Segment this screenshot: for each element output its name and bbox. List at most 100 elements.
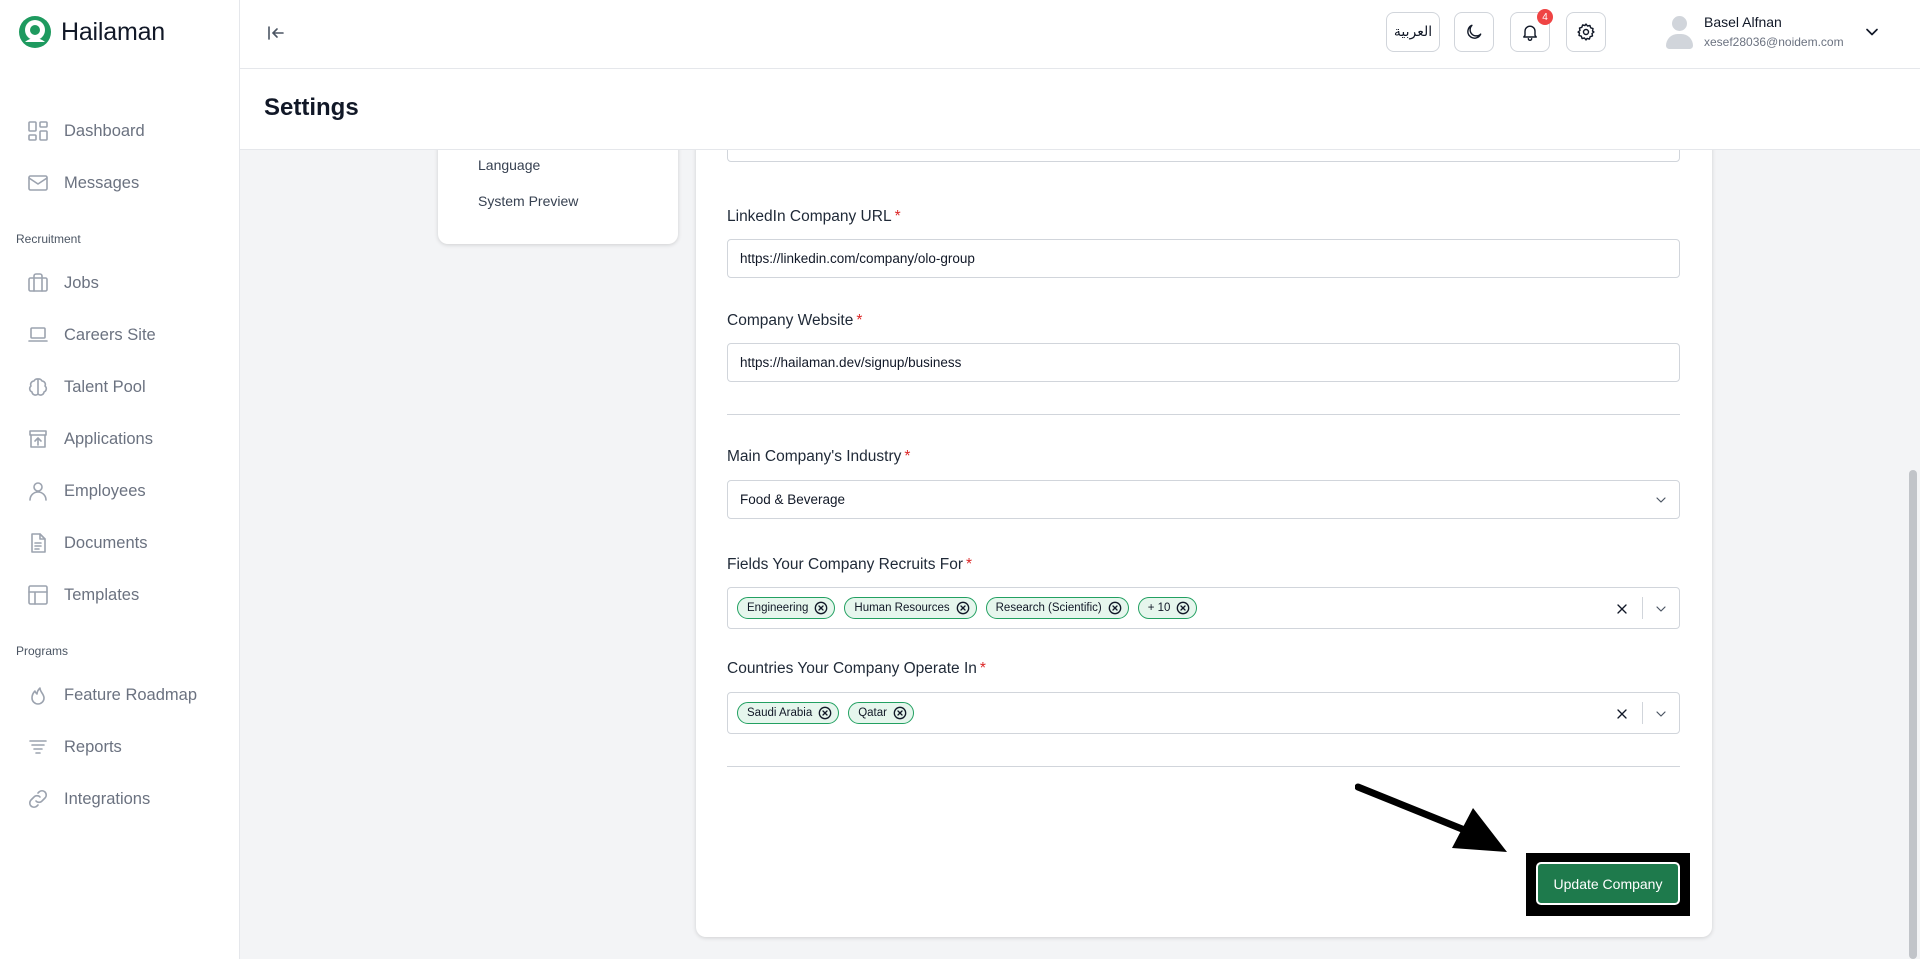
chevron-down-icon bbox=[1866, 28, 1878, 36]
company-website-value: https://hailaman.dev/signup/business bbox=[740, 355, 962, 370]
language-toggle-button[interactable]: العربية bbox=[1386, 12, 1440, 52]
sidebar-item-label: Messages bbox=[64, 173, 140, 192]
dark-mode-button[interactable] bbox=[1454, 12, 1494, 52]
sidebar-item-label: Careers Site bbox=[64, 325, 156, 344]
notifications-button[interactable]: 4 bbox=[1510, 9, 1553, 52]
section-programs: Programs bbox=[16, 644, 69, 658]
sidebar-item-careers-site[interactable]: Careers Site bbox=[26, 320, 156, 350]
user-name: Basel Alfnan bbox=[1704, 14, 1782, 30]
collapse-sidebar-button[interactable] bbox=[264, 21, 288, 45]
pointer-arrow-icon bbox=[1355, 783, 1507, 852]
remove-chip-icon[interactable] bbox=[893, 706, 907, 720]
sidebar-item-label: Jobs bbox=[64, 273, 99, 292]
section-divider bbox=[727, 414, 1680, 415]
linkedin-label: LinkedIn Company URL * bbox=[727, 208, 901, 225]
sidebar-item-employees[interactable]: Employees bbox=[26, 476, 146, 506]
filter-lines-icon bbox=[29, 740, 47, 754]
page-header: Settings bbox=[240, 69, 1920, 150]
hailaman-logo-icon bbox=[19, 16, 51, 48]
top-bar: العربية 4 Basel Alfnan xesef28036@noidem… bbox=[240, 0, 1920, 69]
chevron-down-icon bbox=[1653, 492, 1669, 508]
user-icon bbox=[29, 482, 47, 501]
user-menu-chevron[interactable] bbox=[1862, 22, 1882, 42]
remove-chip-icon[interactable] bbox=[956, 601, 970, 615]
layout-icon bbox=[28, 585, 48, 605]
settings-button[interactable] bbox=[1566, 12, 1606, 52]
notification-count-badge: 4 bbox=[1537, 9, 1553, 25]
chevron-down-icon[interactable] bbox=[1653, 706, 1669, 722]
user-email: xesef28036@noidem.com bbox=[1704, 35, 1844, 49]
linkedin-url-value: https://linkedin.com/company/olo-group bbox=[740, 251, 975, 266]
sidebar-item-templates[interactable]: Templates bbox=[26, 580, 139, 610]
bell-icon bbox=[1523, 25, 1537, 41]
chip-human-resources[interactable]: Human Resources bbox=[844, 597, 977, 619]
separator bbox=[1642, 597, 1643, 619]
sidebar-item-label: Documents bbox=[64, 533, 148, 552]
chip-engineering[interactable]: Engineering bbox=[737, 597, 836, 619]
avatar bbox=[1664, 14, 1694, 52]
industry-value: Food & Beverage bbox=[740, 492, 846, 507]
sidebar-item-talent-pool[interactable]: Talent Pool bbox=[26, 372, 146, 402]
page-title: Settings bbox=[264, 94, 359, 121]
section-divider bbox=[727, 766, 1680, 767]
laptop-icon bbox=[28, 327, 48, 342]
link-icon bbox=[28, 789, 48, 809]
industry-select[interactable]: Food & Beverage bbox=[727, 480, 1680, 519]
website-label: Company Website * bbox=[727, 312, 863, 329]
sidebar-item-label: Reports bbox=[64, 737, 122, 756]
clear-all-icon[interactable] bbox=[1614, 601, 1630, 617]
sidebar-item-jobs[interactable]: Jobs bbox=[26, 268, 99, 298]
fields-label: Fields Your Company Recruits For * bbox=[727, 556, 973, 573]
sidebar-item-label: Feature Roadmap bbox=[64, 685, 197, 704]
sidebar-item-label: Dashboard bbox=[64, 121, 145, 140]
company-website-input[interactable]: https://hailaman.dev/signup/business bbox=[727, 343, 1680, 382]
settings-nav-card: Language System Preview bbox=[438, 150, 678, 244]
sidebar-item-label: Talent Pool bbox=[64, 377, 146, 396]
remove-chip-icon[interactable] bbox=[1108, 601, 1122, 615]
sidebar-item-documents[interactable]: Documents bbox=[26, 528, 147, 558]
remove-chip-icon[interactable] bbox=[818, 706, 832, 720]
sidebar-item-reports[interactable]: Reports bbox=[26, 732, 122, 762]
scrollbar-thumb[interactable] bbox=[1909, 470, 1917, 959]
company-size-select[interactable]: 1001-2000 bbox=[727, 150, 1680, 162]
app-name: Hailaman bbox=[61, 17, 166, 46]
linkedin-url-input[interactable]: https://linkedin.com/company/olo-group bbox=[727, 239, 1680, 278]
moon-icon bbox=[1467, 24, 1482, 39]
remove-chip-icon[interactable] bbox=[814, 601, 828, 615]
sidebar-item-feature-roadmap[interactable]: Feature Roadmap bbox=[26, 680, 197, 710]
sidebar-item-label: Integrations bbox=[64, 789, 151, 808]
mail-icon bbox=[28, 175, 48, 191]
sidebar-item-label: Applications bbox=[64, 429, 153, 448]
sidebar-item-label: Employees bbox=[64, 481, 146, 500]
chip-more[interactable]: + 10 bbox=[1137, 597, 1198, 619]
chip-research-scientific[interactable]: Research (Scientific) bbox=[985, 597, 1129, 619]
collapse-left-icon bbox=[268, 26, 284, 40]
app-logo[interactable]: Hailaman bbox=[18, 15, 165, 49]
separator bbox=[1642, 702, 1643, 724]
sidebar-item-integrations[interactable]: Integrations bbox=[26, 784, 150, 814]
chip-saudi-arabia[interactable]: Saudi Arabia bbox=[737, 702, 840, 724]
brain-icon bbox=[28, 378, 48, 396]
sidebar-item-dashboard[interactable]: Dashboard bbox=[26, 116, 145, 146]
chevron-down-icon bbox=[1653, 150, 1669, 151]
clear-all-icon[interactable] bbox=[1614, 706, 1630, 722]
briefcase-icon bbox=[28, 273, 48, 292]
scrollbar-track[interactable] bbox=[1906, 150, 1920, 959]
flame-icon bbox=[31, 687, 45, 705]
settings-nav-language[interactable]: Language bbox=[478, 157, 540, 173]
inbox-upload-icon bbox=[29, 430, 47, 448]
gear-icon bbox=[1577, 23, 1595, 41]
fields-multiselect[interactable]: Engineering Human Resources Research (Sc… bbox=[727, 587, 1680, 629]
user-menu[interactable]: Basel Alfnan xesef28036@noidem.com bbox=[1664, 14, 1844, 52]
chevron-down-icon[interactable] bbox=[1653, 601, 1669, 617]
chip-qatar[interactable]: Qatar bbox=[848, 702, 914, 724]
update-company-button[interactable]: Update Company bbox=[1536, 862, 1680, 905]
remove-chip-icon[interactable] bbox=[1176, 601, 1190, 615]
settings-nav-system-preview[interactable]: System Preview bbox=[478, 193, 578, 209]
dashboard-icon bbox=[28, 121, 48, 141]
sidebar-item-applications[interactable]: Applications bbox=[26, 424, 153, 454]
main-content: Language System Preview 1001-2000 Linked… bbox=[240, 150, 1920, 959]
section-recruitment: Recruitment bbox=[16, 232, 81, 246]
countries-multiselect[interactable]: Saudi Arabia Qatar bbox=[727, 692, 1680, 734]
sidebar-item-messages[interactable]: Messages bbox=[26, 168, 139, 198]
